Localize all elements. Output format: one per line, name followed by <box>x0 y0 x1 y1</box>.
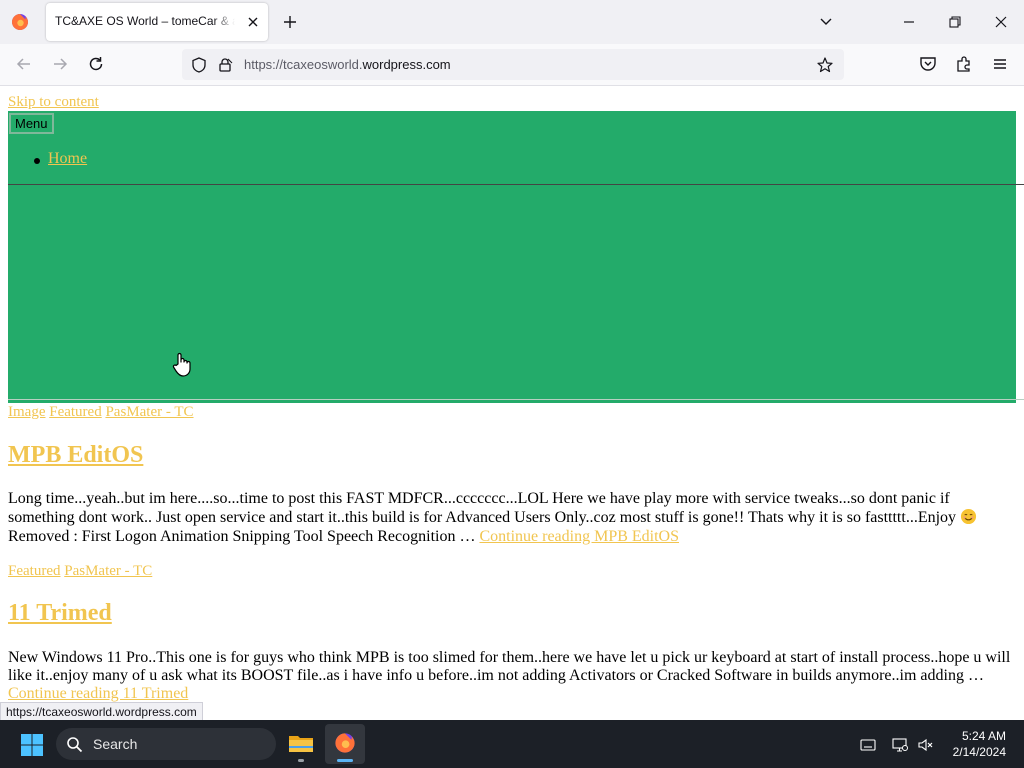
pocket-icon[interactable] <box>917 53 939 75</box>
post-excerpt: Long time...yeah..but im here....so...ti… <box>8 489 1016 546</box>
shield-icon[interactable] <box>190 56 208 74</box>
taskbar-file-explorer[interactable] <box>281 724 321 764</box>
category-link[interactable]: Featured <box>49 404 101 420</box>
tab-title: TC&AXE OS World – tomeCar & aXe <box>55 14 235 28</box>
system-clock[interactable]: 5:24 AM 2/14/2024 <box>953 728 1006 760</box>
skip-to-content-link[interactable]: Skip to content <box>8 94 99 111</box>
header-divider <box>8 184 1024 185</box>
hamburger-menu-icon[interactable] <box>989 53 1011 75</box>
author-link[interactable]: PasMater - TC <box>105 404 193 420</box>
volume-muted-icon[interactable] <box>917 736 935 754</box>
excerpt-line: New Windows 11 Pro..This one is for guys… <box>8 649 1011 666</box>
windows-start-icon[interactable] <box>20 733 44 757</box>
active-tab[interactable]: TC&AXE OS World – tomeCar & aXe <box>46 3 268 41</box>
back-icon[interactable] <box>13 53 35 75</box>
link-status-bar: https://tcaxeosworld.wordpress.com <box>0 702 203 722</box>
url-bar[interactable]: https://tcaxeosworld.wordpress.com <box>182 49 844 80</box>
taskbar-search[interactable]: Search <box>56 728 276 760</box>
site-header: Menu Home <box>8 111 1016 403</box>
close-icon[interactable] <box>244 13 262 31</box>
excerpt-line: Removed : First Logon Animation Snipping… <box>8 528 476 545</box>
reload-icon[interactable] <box>85 53 107 75</box>
close-icon[interactable] <box>991 12 1011 32</box>
keyboard-icon[interactable] <box>859 736 877 754</box>
minimize-icon[interactable] <box>899 12 919 32</box>
lock-icon[interactable] <box>216 56 234 74</box>
taskbar: Search 5:24 AM 2/14/2024 <box>0 720 1024 768</box>
chevron-down-icon[interactable] <box>816 12 836 32</box>
menu-button[interactable]: Menu <box>9 113 54 134</box>
active-indicator <box>337 759 353 762</box>
header-divider-bottom <box>8 399 1024 400</box>
post-excerpt: New Windows 11 Pro..This one is for guys… <box>8 649 1016 703</box>
category-link[interactable]: Featured <box>8 563 60 579</box>
continue-reading-link[interactable]: Continue reading MPB EditOS <box>479 528 679 545</box>
forward-icon[interactable] <box>49 53 71 75</box>
nav-bullet <box>34 158 40 164</box>
file-explorer-icon <box>289 736 313 752</box>
search-label: Search <box>93 736 138 752</box>
excerpt-line: like it..enjoy many of u ask what its BO… <box>8 667 984 684</box>
firefox-icon <box>335 733 355 753</box>
url-prefix: https://tcaxeosworld. <box>244 57 363 72</box>
post-format-link[interactable]: Image <box>8 404 45 420</box>
url-host: wordpress.com <box>362 57 451 72</box>
plus-icon[interactable] <box>280 12 300 32</box>
restore-icon[interactable] <box>945 12 965 32</box>
page-content: Skip to content Menu Home Image Featured… <box>0 86 1024 722</box>
nav-item-home[interactable]: Home <box>48 150 87 168</box>
continue-reading-link[interactable]: Continue reading 11 Trimed <box>8 685 188 702</box>
post-title[interactable]: MPB EditOS <box>8 442 143 469</box>
running-indicator <box>298 759 304 762</box>
author-link[interactable]: PasMater - TC <box>64 563 152 579</box>
post-meta: Featured PasMater - TC <box>8 563 152 580</box>
tab-bar: TC&AXE OS World – tomeCar & aXe <box>0 0 1024 44</box>
url-text: https://tcaxeosworld.wordpress.com <box>244 57 451 72</box>
clock-time: 5:24 AM <box>961 729 1006 743</box>
extensions-icon[interactable] <box>953 53 975 75</box>
hand-cursor-icon <box>172 352 191 377</box>
post-meta: Image Featured PasMater - TC <box>8 404 194 421</box>
network-icon[interactable] <box>891 736 909 754</box>
excerpt-line: Long time...yeah..but im here....so...ti… <box>8 490 950 507</box>
search-icon <box>67 737 83 753</box>
smiling-face-emoji-icon <box>960 508 977 525</box>
clock-date: 2/14/2024 <box>952 745 1006 759</box>
star-icon[interactable] <box>816 56 834 74</box>
taskbar-firefox[interactable] <box>325 724 365 764</box>
navigation-toolbar: https://tcaxeosworld.wordpress.com <box>0 44 1024 86</box>
excerpt-line: something dont work.. Just open service … <box>8 509 957 526</box>
post-title[interactable]: 11 Trimed <box>8 600 112 627</box>
firefox-icon[interactable] <box>10 12 30 32</box>
